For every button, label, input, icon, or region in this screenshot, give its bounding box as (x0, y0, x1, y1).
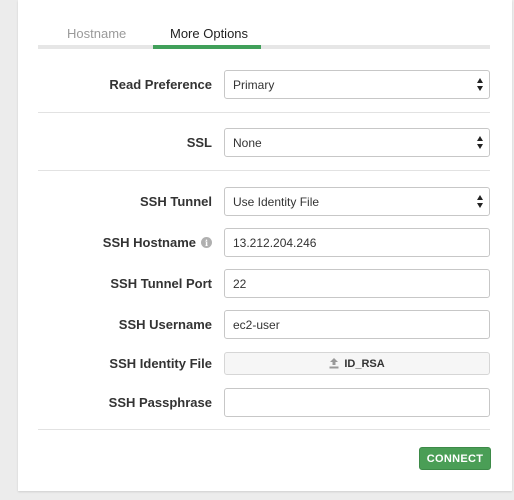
ssh-hostname-input[interactable] (224, 228, 490, 257)
connection-panel: Hostname More Options Read Preference Pr… (18, 0, 512, 491)
ssh-tunnel-select[interactable]: Use Identity File (224, 187, 490, 216)
ssl-value: None (233, 135, 262, 150)
ssh-passphrase-label-text: SSH Passphrase (108, 395, 212, 410)
ssl-label-text: SSL (186, 135, 212, 150)
read-preference-value: Primary (233, 77, 275, 92)
read-preference-row: Read Preference Primary (18, 70, 512, 100)
info-icon[interactable]: i (201, 237, 212, 248)
ssh-tunnel-row: SSH Tunnel Use Identity File (18, 187, 512, 217)
connect-button[interactable]: CONNECT (419, 447, 491, 470)
divider (38, 429, 490, 430)
select-arrows-icon (477, 136, 483, 149)
upload-icon (329, 358, 339, 369)
read-preference-label-text: Read Preference (109, 77, 212, 92)
ssh-tunnel-port-input[interactable] (224, 269, 490, 298)
ssh-hostname-label-text: SSH Hostname (102, 235, 196, 250)
ssh-tunnel-label: SSH Tunnel (140, 194, 212, 209)
ssh-tunnel-port-label-text: SSH Tunnel Port (110, 276, 212, 291)
ssh-passphrase-input[interactable] (224, 388, 490, 417)
ssh-hostname-label: SSH Hostname i (103, 235, 212, 250)
ssh-tunnel-label-text: SSH Tunnel (140, 194, 212, 209)
ssh-tunnel-port-row: SSH Tunnel Port (18, 269, 512, 299)
identity-file-name: ID_RSA (344, 357, 385, 370)
ssl-label: SSL (187, 135, 212, 150)
active-tab-indicator (153, 45, 261, 49)
tab-more-options[interactable]: More Options (170, 26, 248, 41)
tab-hostname[interactable]: Hostname (67, 26, 126, 41)
ssl-row: SSL None (18, 128, 512, 158)
select-arrows-icon (477, 195, 483, 208)
ssh-passphrase-row: SSH Passphrase (18, 388, 512, 418)
ssl-select[interactable]: None (224, 128, 490, 157)
divider (38, 112, 490, 113)
ssh-username-label-text: SSH Username (118, 317, 212, 332)
ssh-identity-file-label: SSH Identity File (109, 356, 212, 371)
read-preference-select[interactable]: Primary (224, 70, 490, 99)
divider (38, 170, 490, 171)
ssh-identity-file-label-text: SSH Identity File (109, 356, 212, 371)
ssh-username-label: SSH Username (119, 317, 212, 332)
select-arrows-icon (477, 78, 483, 91)
ssh-identity-file-row: SSH Identity File ID_RSA (18, 352, 512, 382)
identity-file-button[interactable]: ID_RSA (224, 352, 490, 375)
read-preference-label: Read Preference (109, 77, 212, 92)
ssh-hostname-row: SSH Hostname i (18, 228, 512, 258)
ssh-passphrase-label: SSH Passphrase (109, 395, 212, 410)
ssh-username-input[interactable] (224, 310, 490, 339)
ssh-username-row: SSH Username (18, 310, 512, 340)
ssh-tunnel-value: Use Identity File (233, 194, 320, 209)
ssh-tunnel-port-label: SSH Tunnel Port (110, 276, 212, 291)
tab-bar: Hostname More Options (38, 0, 490, 49)
